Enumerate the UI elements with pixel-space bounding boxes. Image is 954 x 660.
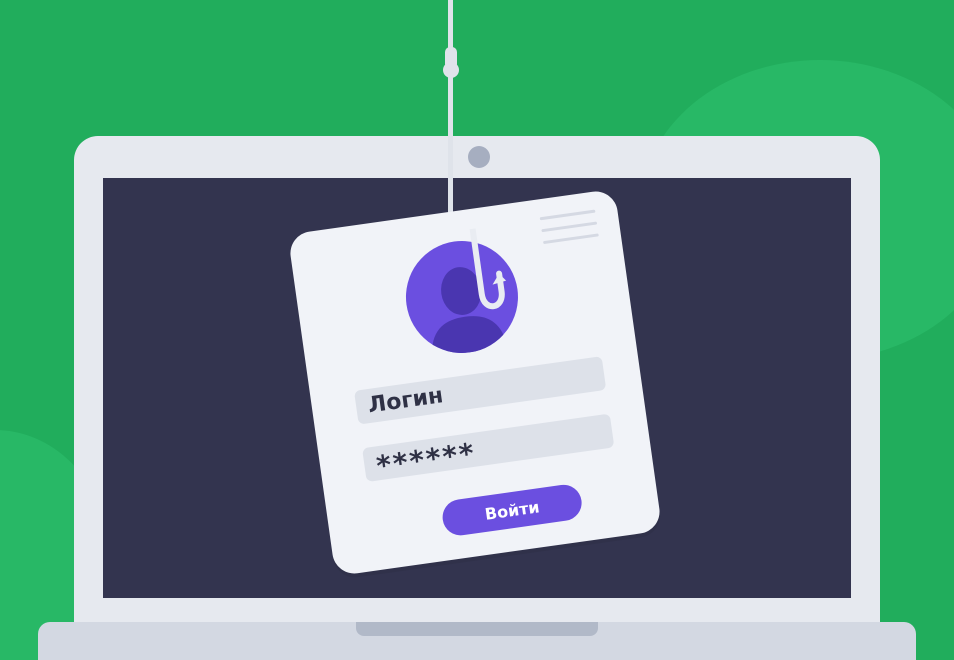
- card-line: [541, 221, 598, 233]
- fishing-line: [448, 0, 453, 240]
- card-line: [542, 233, 599, 245]
- login-submit-button[interactable]: Войти: [440, 482, 584, 538]
- laptop-base-notch: [356, 622, 598, 636]
- login-field[interactable]: Логин: [353, 356, 607, 425]
- login-card: Логин ****** Войти: [287, 188, 663, 577]
- password-field[interactable]: ******: [362, 413, 615, 483]
- card-line: [539, 209, 596, 221]
- fishing-line-bead: [443, 62, 459, 78]
- laptop-camera: [468, 146, 490, 168]
- login-field-text: Логин: [366, 383, 445, 419]
- card-decoration-lines: [539, 209, 600, 253]
- phishing-illustration: Логин ****** Войти: [0, 0, 954, 660]
- password-field-text: ******: [374, 435, 478, 483]
